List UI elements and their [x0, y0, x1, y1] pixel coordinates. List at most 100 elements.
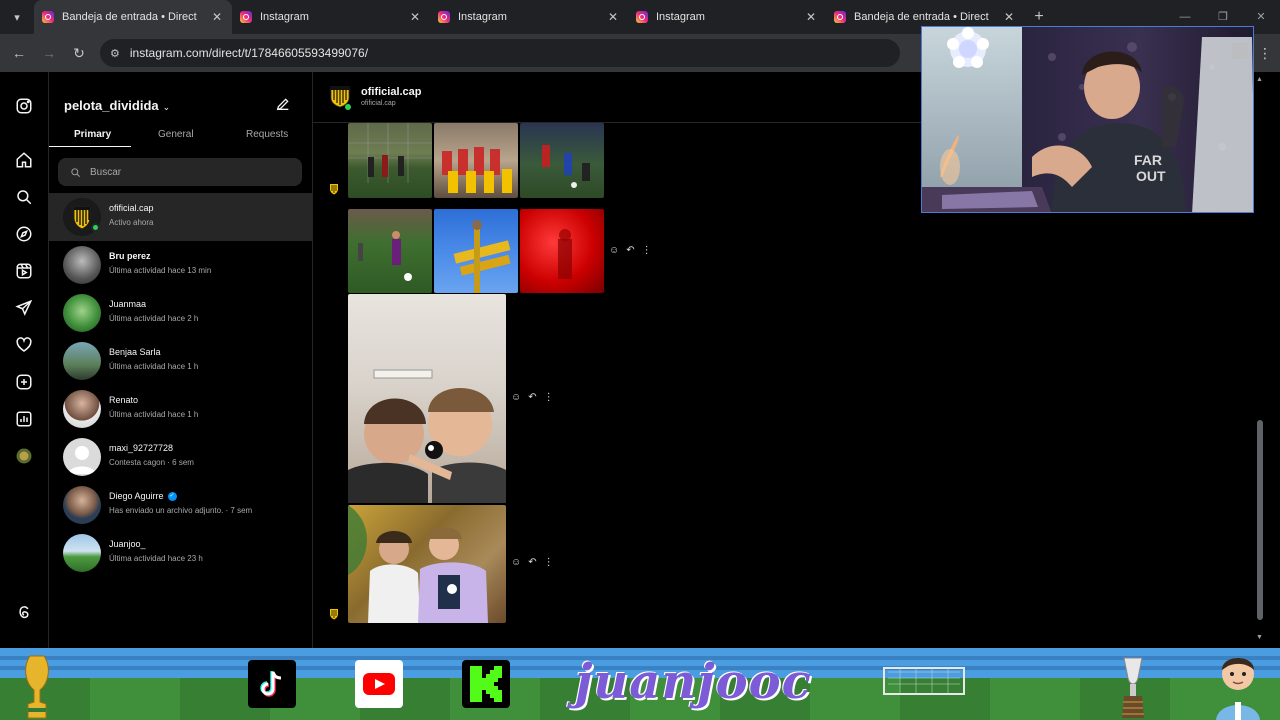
- threads-icon[interactable]: [14, 602, 34, 622]
- new-tab-plus-icon[interactable]: +: [1024, 8, 1054, 26]
- instagram-favicon-icon: [636, 11, 648, 23]
- webcam-feed: FAR OUT: [922, 27, 1253, 212]
- chat-contact-handle: ofificial.cap: [361, 100, 396, 107]
- conversation-status: Contesta cagon · 6 sem: [109, 458, 194, 467]
- account-username: pelota_dividida: [64, 98, 159, 113]
- shared-photo[interactable]: [348, 294, 506, 503]
- reply-icon[interactable]: ↶: [528, 392, 536, 403]
- tab-title: Bandeja de entrada • Direct: [62, 11, 197, 23]
- sender-avatar-icon: [330, 184, 338, 195]
- scrollbar-thumb[interactable]: [1257, 420, 1263, 620]
- shared-photo[interactable]: [348, 209, 432, 293]
- stream-overlay-banner: juanjooc: [0, 648, 1280, 720]
- dashboard-icon[interactable]: [14, 409, 34, 429]
- tab-title: Instagram: [260, 11, 309, 23]
- home-icon[interactable]: [14, 150, 34, 170]
- more-options-icon[interactable]: ⋮: [544, 557, 554, 568]
- inbox-panel: pelota_dividida ⌄ Primary General Request…: [49, 72, 313, 648]
- message-actions: ☺ ↶ ⋮: [609, 245, 652, 256]
- profile-icon[interactable]: [14, 446, 34, 466]
- url-text: instagram.com/direct/t/17846605593499076…: [129, 46, 369, 60]
- webcam-overlay: FAR OUT: [921, 26, 1254, 213]
- tab-general[interactable]: General: [158, 129, 194, 140]
- browser-tab-4[interactable]: Instagram ✕: [628, 0, 826, 34]
- shared-photo[interactable]: [348, 123, 432, 198]
- tab-search-chevron-icon[interactable]: ▾: [0, 0, 34, 34]
- avatar: [63, 390, 101, 428]
- conversation-name-text: Diego Aguirre: [109, 491, 164, 501]
- avatar: [63, 534, 101, 572]
- conversation-row[interactable]: maxi_92727728 Contesta cagon · 6 sem: [49, 433, 313, 481]
- tab-close-icon[interactable]: ✕: [408, 10, 422, 24]
- back-arrow-icon[interactable]: ←: [4, 45, 34, 61]
- search-input[interactable]: [90, 166, 290, 178]
- browser-tab-2[interactable]: Instagram ✕: [232, 0, 430, 34]
- tab-close-icon[interactable]: ✕: [210, 10, 224, 24]
- instagram-favicon-icon: [42, 11, 54, 23]
- message-actions: ☺ ↶ ⋮: [511, 557, 554, 568]
- forward-arrow-icon[interactable]: →: [34, 45, 64, 61]
- scroll-up-icon[interactable]: ▲: [1256, 76, 1263, 83]
- instagram-favicon-icon: [834, 11, 846, 23]
- create-icon[interactable]: [14, 372, 34, 392]
- tab-close-icon[interactable]: ✕: [804, 10, 818, 24]
- more-options-icon[interactable]: ⋮: [544, 392, 554, 403]
- tiktok-logo-icon[interactable]: [248, 660, 296, 708]
- shared-photo[interactable]: [520, 209, 604, 293]
- notifications-icon[interactable]: [14, 335, 34, 355]
- more-options-icon[interactable]: ⋮: [642, 245, 652, 256]
- react-emoji-icon[interactable]: ☺: [609, 245, 619, 256]
- scroll-down-icon[interactable]: ▼: [1256, 634, 1263, 641]
- tab-primary[interactable]: Primary: [74, 129, 111, 140]
- instagram-logo-icon[interactable]: [14, 96, 34, 116]
- conversation-status: Última actividad hace 1 h: [109, 362, 199, 371]
- browser-tab-1[interactable]: Bandeja de entrada • Direct ✕: [34, 0, 232, 34]
- conversation-row[interactable]: Juanjoo_ Última actividad hace 23 h: [49, 529, 313, 577]
- svg-text:OUT: OUT: [1136, 168, 1166, 184]
- tab-requests[interactable]: Requests: [246, 129, 288, 140]
- reply-icon[interactable]: ↶: [626, 245, 634, 256]
- conversation-row[interactable]: Renato Última actividad hace 1 h: [49, 385, 313, 433]
- reload-icon[interactable]: ↻: [64, 45, 94, 62]
- conversation-status: Última actividad hace 13 min: [109, 266, 212, 275]
- new-message-icon[interactable]: [275, 96, 293, 114]
- conversation-status: Última actividad hace 2 h: [109, 314, 199, 323]
- conversation-row[interactable]: ofificial.cap Activo ahora: [49, 193, 313, 241]
- reels-icon[interactable]: [14, 261, 34, 281]
- search-box[interactable]: [58, 158, 302, 186]
- conversation-row[interactable]: Bru perez Última actividad hace 13 min: [49, 241, 313, 289]
- message-actions: ☺ ↶ ⋮: [511, 392, 554, 403]
- search-icon[interactable]: [14, 187, 34, 207]
- svg-text:FAR: FAR: [1134, 152, 1162, 168]
- conversation-row[interactable]: Juanmaa Última actividad hace 2 h: [49, 289, 313, 337]
- tab-close-icon[interactable]: ✕: [1002, 10, 1016, 24]
- conversation-row[interactable]: Diego Aguirre ✓ Has enviado un archivo ad…: [49, 481, 313, 529]
- kick-logo-icon[interactable]: [462, 660, 510, 708]
- tab-title: Instagram: [458, 11, 507, 23]
- account-switcher[interactable]: pelota_dividida ⌄: [64, 98, 170, 113]
- online-status-dot: [91, 223, 100, 232]
- shared-photo[interactable]: [434, 123, 518, 198]
- messages-icon[interactable]: [14, 298, 34, 318]
- more-menu-icon[interactable]: ⋮: [1250, 45, 1280, 62]
- instagram-favicon-icon: [240, 11, 252, 23]
- react-emoji-icon[interactable]: ☺: [511, 557, 521, 568]
- conversation-name: Juanmaa: [109, 299, 147, 309]
- online-status-dot: [345, 104, 351, 110]
- reply-icon[interactable]: ↶: [528, 557, 536, 568]
- react-emoji-icon[interactable]: ☺: [511, 392, 521, 403]
- shared-photo[interactable]: [348, 505, 506, 623]
- explore-icon[interactable]: [14, 224, 34, 244]
- chat-contact-name[interactable]: ofificial.cap: [361, 86, 422, 98]
- shared-photo[interactable]: [434, 209, 518, 293]
- shared-photo[interactable]: [520, 123, 604, 198]
- tab-close-icon[interactable]: ✕: [606, 10, 620, 24]
- conversation-status: Última actividad hace 23 h: [109, 554, 203, 563]
- browser-tab-3[interactable]: Instagram ✕: [430, 0, 628, 34]
- youtube-logo-icon[interactable]: [355, 660, 403, 708]
- copa-america-trophy-icon: [1122, 657, 1144, 718]
- site-info-icon[interactable]: ⚙: [110, 47, 120, 60]
- conversation-row[interactable]: Benjaa Sarla Última actividad hace 1 h: [49, 337, 313, 385]
- address-bar[interactable]: ⚙ instagram.com/direct/t/178466055934990…: [100, 39, 900, 67]
- instagram-nav-rail: [0, 72, 49, 648]
